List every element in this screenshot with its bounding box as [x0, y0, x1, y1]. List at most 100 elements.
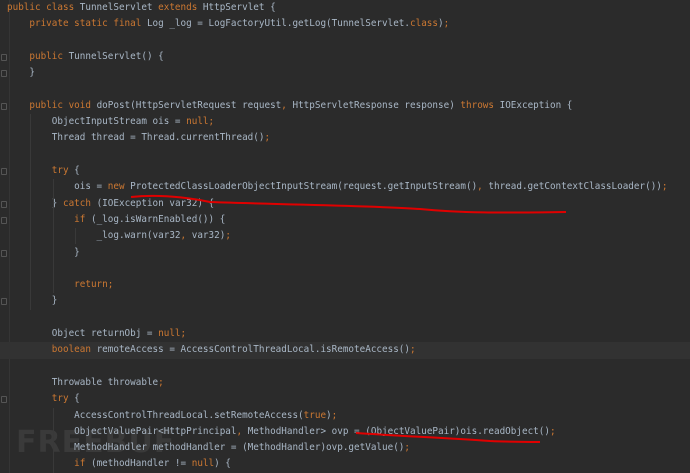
code-line[interactable]: try {: [7, 391, 690, 407]
keyword-token: ;: [661, 181, 668, 193]
code-line[interactable]: boolean remoteAccess = AccessControlThre…: [0, 342, 690, 359]
code-token: ProtectedClassLoaderObjectInputStream(re…: [130, 181, 478, 193]
keyword-token: ;: [331, 409, 338, 421]
keyword-token: extends: [158, 2, 203, 13]
code-token: (IOException var32) {: [96, 197, 215, 209]
fold-marker-icon[interactable]: [1, 53, 7, 61]
code-line[interactable]: [7, 310, 690, 326]
code-line[interactable]: public class TunnelServlet extends HttpS…: [7, 0, 690, 16]
code-token: doPost(HttpServletRequest request: [96, 99, 282, 111]
code-line[interactable]: _log.warn(var32, var32);: [7, 228, 690, 244]
keyword-token: null;: [158, 328, 187, 339]
code-line[interactable]: [7, 33, 690, 49]
code-line[interactable]: Object returnObj = null;: [7, 326, 690, 342]
code-line[interactable]: if (_log.isWarnEnabled()) {: [7, 212, 690, 228]
fold-marker-icon[interactable]: [1, 216, 7, 224]
keyword-token: ;: [549, 425, 556, 437]
keyword-token: catch: [62, 197, 97, 209]
code-token: (_log.isWarnEnabled()) {: [90, 213, 226, 225]
code-token: thread.getContextClassLoader()): [488, 181, 662, 193]
keyword-token: public void: [29, 99, 97, 111]
code-line[interactable]: private static final Log _log = LogFacto…: [7, 16, 690, 32]
keyword-token: return;: [74, 279, 114, 291]
keyword-token: ,: [281, 99, 293, 111]
code-line[interactable]: [7, 82, 690, 98]
code-token: ) {: [214, 458, 231, 470]
code-token: (methodHandler !=: [90, 458, 192, 470]
keyword-token: ;: [404, 442, 411, 454]
keyword-token: try: [51, 165, 75, 176]
code-token: HttpServletResponse response): [292, 99, 461, 111]
code-editor[interactable]: public class TunnelServlet extends HttpS…: [0, 0, 690, 473]
code-line[interactable]: ois = new ProtectedClassLoaderObjectInpu…: [7, 179, 690, 195]
keyword-token: public: [29, 50, 69, 62]
code-line[interactable]: Thread thread = Thread.currentThread();: [7, 130, 690, 146]
code-line[interactable]: return;: [7, 277, 690, 293]
fold-marker-icon[interactable]: [1, 70, 7, 78]
code-token: remoteAccess = AccessControlThreadLocal.…: [96, 344, 411, 356]
code-line[interactable]: [7, 147, 690, 163]
code-token: ObjectInputStream ois =: [7, 116, 187, 128]
keyword-token: class: [410, 18, 439, 30]
code-token: Throwable throwable: [7, 376, 159, 388]
fold-marker-icon[interactable]: [1, 200, 7, 208]
code-token: }: [7, 295, 58, 307]
indent-guide: [53, 407, 54, 473]
code-line[interactable]: ObjectInputStream ois = null;: [7, 114, 690, 130]
code-token: ois =: [7, 181, 108, 193]
keyword-token: ;: [410, 344, 416, 356]
keyword-token: if: [74, 213, 91, 225]
keyword-token: null;: [186, 116, 215, 128]
code-token: IOException {: [499, 99, 573, 111]
code-line[interactable]: }: [7, 245, 690, 261]
code-line[interactable]: [7, 359, 690, 375]
keyword-token: true: [303, 409, 327, 421]
code-token: TunnelServlet() {: [68, 50, 164, 62]
code-token: }: [7, 67, 35, 79]
keyword-token: ,: [236, 425, 248, 437]
code-token: {: [74, 393, 80, 405]
code-token: }: [7, 197, 63, 209]
code-line[interactable]: }: [7, 293, 690, 309]
keyword-token: ;: [264, 132, 271, 144]
fold-marker-icon[interactable]: [1, 168, 7, 175]
fold-marker-icon[interactable]: [1, 298, 7, 306]
keyword-token: private static final: [29, 18, 147, 30]
code-line[interactable]: try {: [7, 163, 690, 179]
keyword-token: public class: [7, 2, 80, 13]
code-line[interactable]: AccessControlThreadLocal.setRemoteAccess…: [7, 408, 690, 424]
keyword-token: new: [107, 181, 131, 193]
keyword-token: ,: [180, 230, 192, 242]
fold-marker-icon[interactable]: [1, 102, 7, 110]
code-token: var32): [191, 230, 226, 242]
keyword-token: ;: [158, 376, 164, 388]
watermark-logo: FREEBUF: [16, 425, 176, 460]
code-token: _log.warn(var32: [7, 230, 181, 242]
code-line[interactable]: public void doPost(HttpServletRequest re…: [7, 98, 690, 114]
indent-guide: [53, 179, 54, 294]
keyword-token: ;: [225, 230, 231, 242]
code-line[interactable]: [7, 261, 690, 277]
code-token: }: [7, 246, 80, 258]
indent-guide: [75, 228, 76, 245]
code-line[interactable]: public TunnelServlet() {: [7, 49, 690, 65]
keyword-token: null: [191, 458, 215, 470]
code-token: HttpServlet {: [202, 2, 276, 13]
code-line[interactable]: } catch (IOException var32) {: [7, 196, 690, 212]
keyword-token: try: [51, 393, 75, 405]
keyword-token: ,: [477, 181, 489, 193]
code-line[interactable]: Throwable throwable;: [7, 375, 690, 391]
fold-marker-icon[interactable]: [1, 249, 7, 257]
fold-marker-icon[interactable]: [1, 396, 7, 404]
code-token: Object returnObj =: [7, 328, 159, 339]
keyword-token: if: [74, 458, 91, 470]
code-line[interactable]: }: [7, 65, 690, 81]
code-token: AccessControlThreadLocal.setRemoteAccess…: [7, 409, 304, 421]
